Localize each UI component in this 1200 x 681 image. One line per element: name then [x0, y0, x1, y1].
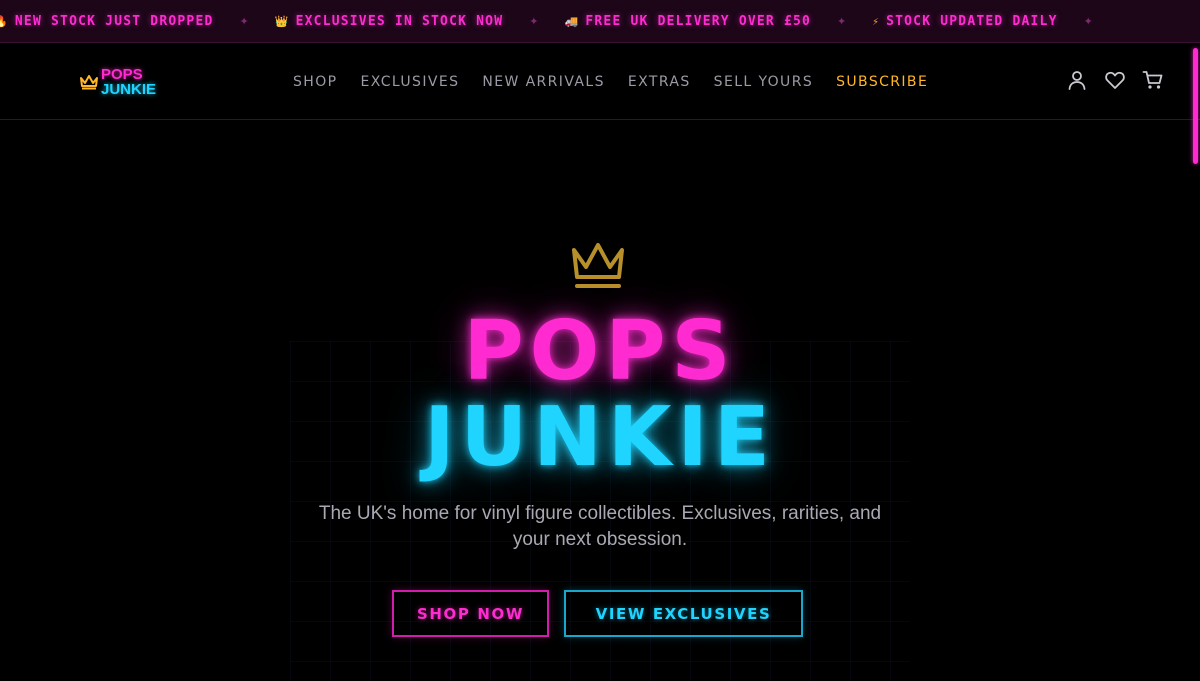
- ticker-item-stock-updated: ⚡ STOCK UPDATED DAILY: [872, 14, 1057, 29]
- page-scrollbar[interactable]: [1193, 48, 1198, 164]
- announcement-ticker: 🔥 NEW STOCK JUST DROPPED ✦ 👑 EXCLUSIVES …: [0, 0, 1200, 43]
- ticker-text: STOCK UPDATED DAILY: [886, 14, 1058, 29]
- ticker-text: EXCLUSIVES IN STOCK NOW: [295, 14, 504, 29]
- view-exclusives-button[interactable]: VIEW EXCLUSIVES: [564, 590, 803, 637]
- ticker-item-new-stock: 🔥 NEW STOCK JUST DROPPED: [0, 14, 214, 29]
- hero-tagline: The UK's home for vinyl figure collectib…: [318, 503, 882, 550]
- ticker-text: NEW STOCK JUST DROPPED: [14, 14, 214, 29]
- hero-title-pops: POPS: [463, 304, 737, 399]
- ticker-item-free-delivery: 🚚 FREE UK DELIVERY OVER £50: [564, 14, 811, 29]
- lightning-icon: ⚡: [872, 15, 881, 28]
- sparkle-separator-icon: ✦: [837, 15, 847, 28]
- main-nav: SHOP EXCLUSIVES NEW ARRIVALS EXTRAS SELL…: [293, 43, 928, 120]
- cart-icon[interactable]: [1142, 69, 1164, 91]
- account-icon[interactable]: [1066, 69, 1088, 91]
- logo-text-junkie: JUNKIE: [101, 81, 157, 98]
- fire-icon: 🔥: [0, 15, 9, 28]
- nav-sell-yours[interactable]: SELL YOURS: [714, 74, 813, 90]
- site-header: POPS JUNKIE SHOP EXCLUSIVES NEW ARRIVALS…: [0, 43, 1200, 120]
- crown-icon: 👑: [274, 15, 290, 28]
- hero-title-junkie: JUNKIE: [424, 390, 776, 485]
- nav-subscribe[interactable]: SUBSCRIBE: [836, 74, 928, 90]
- nav-extras[interactable]: EXTRAS: [628, 74, 691, 90]
- sparkle-separator-icon: ✦: [1083, 15, 1093, 28]
- crown-icon: [80, 75, 98, 90]
- sparkle-separator-icon: ✦: [239, 15, 249, 28]
- ticker-item-exclusives: 👑 EXCLUSIVES IN STOCK NOW: [275, 14, 504, 29]
- sparkle-separator-icon: ✦: [529, 15, 539, 28]
- wishlist-heart-icon[interactable]: [1104, 69, 1126, 91]
- nav-shop[interactable]: SHOP: [293, 74, 337, 90]
- nav-exclusives[interactable]: EXCLUSIVES: [360, 74, 459, 90]
- ticker-text: FREE UK DELIVERY OVER £50: [585, 14, 812, 29]
- logo-text-pops: POPS: [101, 66, 143, 83]
- delivery-truck-icon: 🚚: [564, 15, 580, 28]
- nav-new-arrivals[interactable]: NEW ARRIVALS: [482, 74, 605, 90]
- ticker-track: 🔥 NEW STOCK JUST DROPPED ✦ 👑 EXCLUSIVES …: [0, 0, 1119, 42]
- site-logo[interactable]: POPS JUNKIE: [79, 65, 179, 99]
- header-icons: [1066, 69, 1164, 91]
- shop-now-button[interactable]: SHOP NOW: [392, 590, 549, 637]
- hero-section: POPS JUNKIE The UK's home for vinyl figu…: [0, 121, 1200, 681]
- crown-icon: [572, 243, 624, 288]
